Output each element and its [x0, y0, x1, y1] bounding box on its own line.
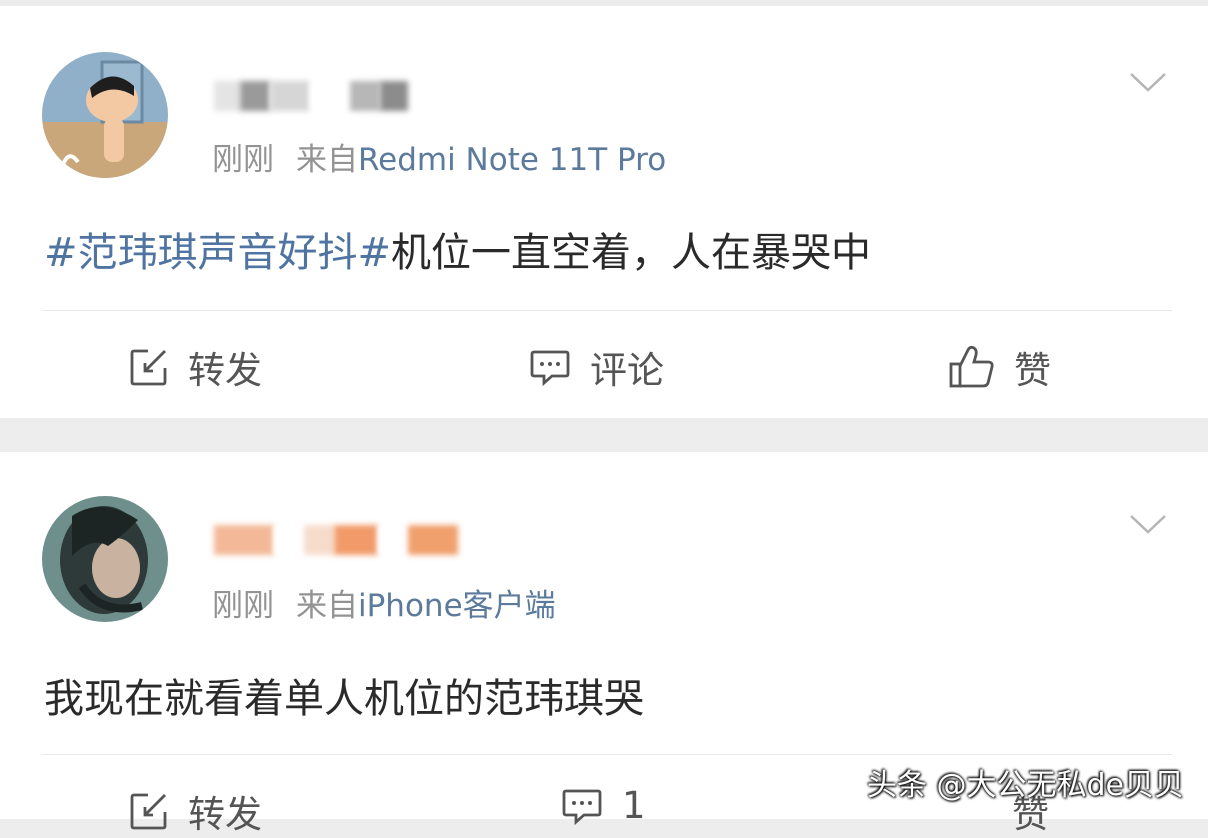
repost-button[interactable]: 转发 — [128, 340, 262, 394]
repost-button[interactable]: 转发 — [128, 784, 262, 838]
post-time: 刚刚 — [212, 142, 274, 178]
avatar[interactable] — [42, 52, 168, 178]
like-label: 赞 — [1014, 349, 1051, 392]
comment-count: 1 — [622, 784, 646, 827]
post-body: 我现在就看着单人机位的范玮琪哭 — [44, 676, 644, 722]
post-text: #范玮琪声音好抖#机位一直空着，人在暴哭中 — [44, 220, 871, 278]
divider — [42, 310, 1172, 311]
thumbs-up-icon — [949, 345, 994, 388]
post-meta: 刚刚 来自Redmi Note 11T Pro — [212, 134, 666, 179]
watermark: 头条 @大公无私de贝贝 — [866, 768, 1184, 803]
username-redacted[interactable] — [214, 520, 458, 560]
comment-button[interactable]: 评论 — [528, 340, 664, 394]
comment-button[interactable]: 1 — [560, 784, 646, 827]
comment-bubble-icon — [530, 350, 570, 387]
like-button[interactable]: 赞 — [948, 340, 1051, 394]
chevron-down-icon[interactable] — [1128, 70, 1168, 94]
hashtag-link[interactable]: #范玮琪声音好抖# — [44, 230, 391, 276]
chevron-down-icon[interactable] — [1128, 512, 1168, 536]
repost-label: 转发 — [188, 793, 262, 836]
post-time: 刚刚 — [212, 588, 274, 624]
comment-bubble-icon — [562, 789, 602, 825]
avatar[interactable] — [42, 496, 168, 622]
source-prefix: 来自 — [296, 588, 358, 624]
post-text: 我现在就看着单人机位的范玮琪哭 — [44, 666, 644, 724]
edit-square-icon — [130, 349, 167, 386]
comment-label: 评论 — [590, 349, 664, 392]
post-source[interactable]: Redmi Note 11T Pro — [358, 142, 666, 178]
divider — [42, 754, 1172, 755]
edit-square-icon — [130, 793, 167, 830]
source-prefix: 来自 — [296, 142, 358, 178]
post-meta: 刚刚 来自iPhone客户端 — [212, 580, 556, 625]
username-redacted[interactable] — [214, 76, 408, 116]
repost-label: 转发 — [188, 349, 262, 392]
post-card: 刚刚 来自Redmi Note 11T Pro #范玮琪声音好抖#机位一直空着，人… — [0, 6, 1208, 418]
post-source[interactable]: iPhone客户端 — [358, 588, 556, 624]
post-body: 机位一直空着，人在暴哭中 — [391, 230, 872, 276]
